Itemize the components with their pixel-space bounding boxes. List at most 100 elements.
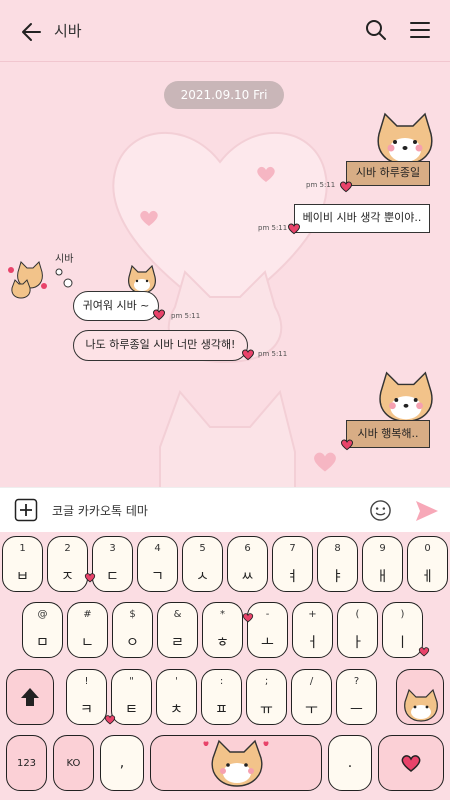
chat-header: 시바 bbox=[0, 0, 450, 62]
message-time: pm 5:11 bbox=[171, 312, 201, 320]
key-ae[interactable]: 9ㅐ bbox=[362, 536, 403, 592]
sender-avatar[interactable] bbox=[6, 258, 48, 300]
key-ch[interactable]: ' ㅊ bbox=[156, 669, 197, 725]
message-time: pm 5:11 bbox=[258, 350, 288, 358]
key-label: ㅣ bbox=[396, 635, 409, 651]
key-number: 7 bbox=[289, 543, 296, 554]
key-h[interactable]: * ㅎ bbox=[202, 602, 243, 658]
key-label: ㅁ bbox=[36, 635, 49, 651]
sender-name: 시바 bbox=[55, 254, 74, 265]
send-icon[interactable] bbox=[414, 498, 440, 524]
heart-icon bbox=[340, 439, 354, 451]
message-bubble-sent[interactable]: 베이비 시바 생각 뿐이야.. bbox=[294, 204, 430, 233]
language-key[interactable]: KO bbox=[53, 735, 94, 791]
key-label: ㅅ bbox=[196, 569, 209, 585]
key-k[interactable]: ! ㅋ bbox=[66, 669, 107, 725]
comma-key[interactable]: , bbox=[100, 735, 144, 791]
key-number: 0 bbox=[424, 543, 431, 554]
message-bubble-sent[interactable]: 시바 하루종일 bbox=[346, 161, 430, 186]
heart-enter-icon bbox=[401, 755, 421, 772]
message-bubble-received[interactable]: 나도 하루종일 시바 너만 생각해! bbox=[73, 330, 248, 361]
key-yu[interactable]: ; ㅠ bbox=[246, 669, 287, 725]
heart-icon bbox=[339, 181, 353, 193]
search-icon[interactable] bbox=[362, 16, 390, 44]
key-label: ㄷ bbox=[106, 569, 119, 585]
key-n[interactable]: # ㄴ bbox=[67, 602, 108, 658]
back-arrow-icon[interactable] bbox=[18, 18, 46, 46]
key-symbol: $ bbox=[129, 609, 136, 620]
key-d[interactable]: 3ㄷ bbox=[92, 536, 133, 592]
menu-icon[interactable] bbox=[406, 16, 434, 44]
key-o[interactable]: -ㅗ bbox=[247, 602, 288, 658]
shiba-sticker-icon bbox=[377, 112, 433, 165]
key-j[interactable]: 2ㅈ bbox=[47, 536, 88, 592]
message-bubble-received[interactable]: 귀여워 시바 ~ bbox=[73, 291, 159, 321]
key-eu[interactable]: ? ㅡ bbox=[336, 669, 377, 725]
space-key[interactable] bbox=[150, 735, 322, 791]
backspace-key[interactable] bbox=[396, 669, 444, 725]
heart-icon bbox=[287, 223, 301, 235]
key-symbol: ! bbox=[84, 676, 89, 687]
key-p[interactable]: :ㅍ bbox=[201, 669, 242, 725]
heart-icon bbox=[242, 613, 254, 623]
key-symbol: @ bbox=[37, 609, 48, 620]
chat-area: 2021.09.10 Fri 시바 하루종일 pm 5:11 베이비 시바 생각… bbox=[0, 62, 450, 487]
emoji-icon[interactable] bbox=[369, 499, 392, 522]
period-key[interactable]: . bbox=[328, 735, 372, 791]
key-number: 8 bbox=[334, 543, 341, 554]
key-label: ㅏ bbox=[351, 635, 364, 651]
key-symbol: + bbox=[308, 609, 317, 620]
key-u[interactable]: / ㅜ bbox=[291, 669, 332, 725]
key-label: ㅔ bbox=[421, 569, 434, 585]
key-r[interactable]: & ㄹ bbox=[157, 602, 198, 658]
key-i[interactable]: ) ㅣ bbox=[382, 602, 423, 658]
key-b[interactable]: 1ㅂ bbox=[2, 536, 43, 592]
key-label: ㅗ bbox=[261, 635, 274, 651]
message-input[interactable]: 코글 카카오톡 테마 bbox=[52, 502, 148, 519]
key-number: 3 bbox=[109, 543, 116, 554]
key-eo[interactable]: + ㅓ bbox=[292, 602, 333, 658]
key-label: ㅌ bbox=[125, 702, 138, 718]
heart-icon bbox=[140, 210, 158, 226]
key-label: ㅐ bbox=[376, 569, 389, 585]
key-label: ㅆ bbox=[241, 569, 254, 585]
key-number: 6 bbox=[244, 543, 251, 554]
heart-icon bbox=[241, 349, 255, 361]
key-symbol: & bbox=[173, 609, 182, 620]
heart-icon bbox=[104, 715, 116, 725]
shift-key[interactable] bbox=[6, 669, 54, 725]
key-yeo[interactable]: 7ㅕ bbox=[272, 536, 313, 592]
key-symbol: ; bbox=[264, 676, 269, 687]
key-g[interactable]: 4ㄱ bbox=[137, 536, 178, 592]
key-label: ㅇ bbox=[126, 635, 139, 651]
key-label: ㄹ bbox=[171, 635, 184, 651]
key-number: 4 bbox=[154, 543, 161, 554]
key-t[interactable]: " ㅌ bbox=[111, 669, 152, 725]
add-attachment-icon[interactable] bbox=[14, 498, 38, 522]
thought-dots-icon bbox=[55, 268, 73, 288]
shiba-sticker-icon bbox=[379, 371, 433, 422]
key-symbol: / bbox=[309, 676, 314, 687]
key-label: KO bbox=[66, 757, 81, 769]
date-divider: 2021.09.10 Fri bbox=[164, 81, 284, 109]
message-time: pm 5:11 bbox=[258, 224, 288, 232]
key-label: ㄴ bbox=[81, 635, 94, 651]
chat-title: 시바 bbox=[54, 22, 82, 40]
key-number: 1 bbox=[19, 543, 26, 554]
key-ya[interactable]: 8ㅑ bbox=[317, 536, 358, 592]
key-ss[interactable]: 6ㅆ bbox=[227, 536, 268, 592]
enter-key[interactable] bbox=[378, 735, 444, 791]
key-label: ㅠ bbox=[260, 702, 273, 718]
key-number: 5 bbox=[199, 543, 206, 554]
key-label: ㅡ bbox=[350, 702, 363, 718]
message-time: pm 5:11 bbox=[306, 181, 336, 189]
key-m[interactable]: @ ㅁ bbox=[22, 602, 63, 658]
message-bubble-sent[interactable]: 시바 행복해.. bbox=[346, 420, 430, 448]
key-a[interactable]: (ㅏ bbox=[337, 602, 378, 658]
key-e[interactable]: 0ㅔ bbox=[407, 536, 448, 592]
key-s[interactable]: 5ㅅ bbox=[182, 536, 223, 592]
shift-arrow-icon bbox=[21, 688, 39, 706]
key-ng[interactable]: $ ㅇ bbox=[112, 602, 153, 658]
number-mode-key[interactable]: 123 bbox=[6, 735, 47, 791]
key-label: ㅎ bbox=[216, 635, 229, 651]
